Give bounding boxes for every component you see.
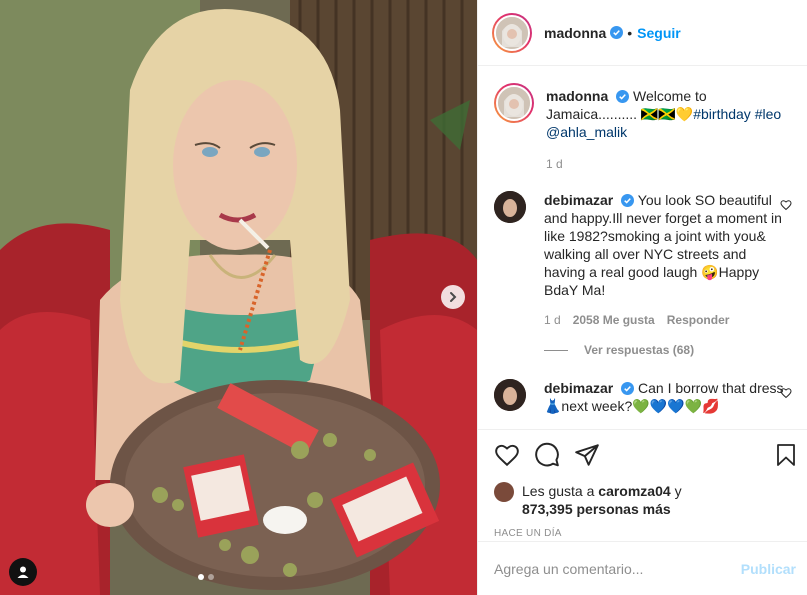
- caption-flags: 🇯🇲🇯🇲💛: [640, 106, 694, 122]
- likes-summary: Les gusta a caromza04 y 873,395 personas…: [494, 482, 798, 518]
- chevron-right-icon: [450, 292, 457, 302]
- comment: debimazar You look SO beautiful and happ…: [494, 191, 792, 329]
- verified-badge-icon: [621, 194, 635, 207]
- divider: [544, 349, 568, 351]
- comment: debimazar Can I borrow that dress 👗next …: [494, 379, 792, 415]
- post-photo[interactable]: [0, 0, 477, 595]
- action-bar: [494, 440, 798, 470]
- commenter-avatar[interactable]: [494, 379, 526, 411]
- likes-count[interactable]: 873,395 personas más: [522, 501, 671, 517]
- carousel-dot: [208, 574, 214, 580]
- comments-list[interactable]: madonna Welcome to Jamaica.......... 🇯🇲🇯…: [478, 67, 807, 429]
- follow-button[interactable]: Seguir: [637, 25, 681, 41]
- comment-username[interactable]: debimazar: [544, 192, 613, 208]
- liker-avatar[interactable]: [494, 482, 514, 502]
- caption-username[interactable]: madonna: [546, 88, 608, 104]
- post-header: madonna • Seguir: [478, 0, 807, 66]
- comment-username[interactable]: debimazar: [544, 380, 613, 396]
- commenter-avatar[interactable]: [494, 191, 526, 223]
- story-ring[interactable]: [492, 12, 532, 53]
- post-timestamp[interactable]: HACE UN DÍA: [494, 528, 798, 539]
- comment-likes[interactable]: 2058 Me gusta: [573, 311, 655, 329]
- bookmark-icon[interactable]: [774, 442, 798, 468]
- verified-badge-icon: [610, 26, 624, 39]
- publish-button[interactable]: Publicar: [741, 561, 796, 577]
- carousel-dot: [198, 574, 204, 580]
- view-replies-label: Ver respuestas (68): [584, 343, 695, 357]
- next-photo-button[interactable]: [441, 285, 465, 309]
- caption-story-ring[interactable]: [494, 83, 534, 123]
- reply-button[interactable]: Responder: [667, 311, 730, 329]
- heart-icon[interactable]: [494, 442, 520, 468]
- carousel-indicator: [198, 574, 214, 580]
- post-sidebar: madonna • Seguir madonna Welcome to Jama…: [477, 0, 807, 595]
- photo-illustration: [0, 0, 477, 595]
- comment-age[interactable]: 1 d: [544, 311, 561, 329]
- comment-icon[interactable]: [534, 442, 560, 468]
- likes-prefix: Les gusta a: [522, 483, 595, 499]
- caption: madonna Welcome to Jamaica.......... 🇯🇲🇯…: [494, 83, 792, 173]
- avatar: [496, 85, 532, 121]
- header-separator: •: [627, 24, 633, 41]
- heart-icon[interactable]: [780, 387, 792, 399]
- tagged-users-button[interactable]: [9, 558, 37, 586]
- avatar: [494, 14, 530, 51]
- heart-icon[interactable]: [780, 199, 792, 211]
- header-username[interactable]: madonna: [544, 25, 606, 41]
- verified-badge-icon: [616, 90, 630, 103]
- share-icon[interactable]: [574, 442, 600, 468]
- caption-age[interactable]: 1 d: [546, 155, 563, 173]
- view-replies-button[interactable]: Ver respuestas (68): [544, 343, 792, 357]
- likes-joiner: y: [674, 483, 682, 499]
- comment-input[interactable]: [494, 560, 741, 577]
- verified-badge-icon: [621, 382, 635, 395]
- post-actions: Les gusta a caromza04 y 873,395 personas…: [478, 429, 807, 539]
- user-tag-icon: [17, 566, 29, 578]
- liker-username[interactable]: caromza04: [598, 483, 670, 499]
- instagram-post: madonna • Seguir madonna Welcome to Jama…: [0, 0, 807, 595]
- add-comment-bar: Publicar: [478, 541, 807, 595]
